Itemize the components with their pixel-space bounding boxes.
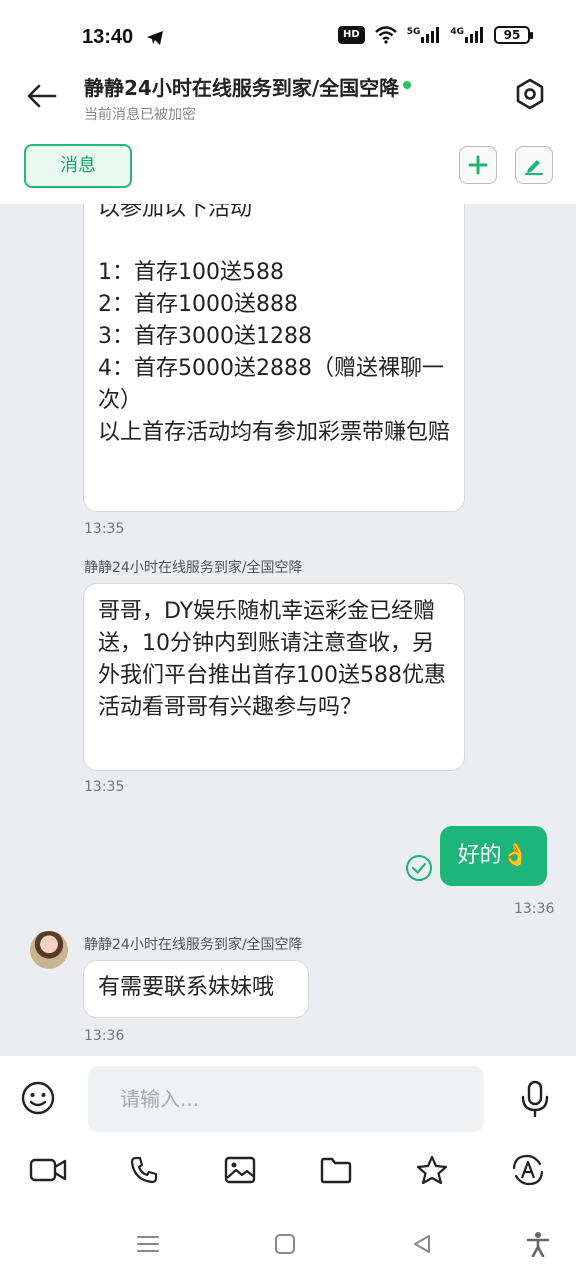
video-camera-icon <box>29 1158 67 1182</box>
microphone-icon[interactable] <box>520 1080 550 1118</box>
online-status-dot <box>403 81 412 89</box>
status-bar: 13:40 HD 5G 4G 95 <box>0 0 576 64</box>
add-button[interactable] <box>459 146 497 184</box>
message-bubble[interactable]: 有需要联系妹妹哦 <box>83 960 309 1018</box>
file-button[interactable] <box>316 1152 356 1188</box>
back-nav-button[interactable] <box>408 1232 436 1256</box>
image-icon <box>224 1156 256 1184</box>
encryption-note: 当前消息已被加密 <box>84 107 196 123</box>
triangle-back-icon <box>414 1235 430 1253</box>
phone-icon <box>130 1156 158 1184</box>
arrow-left-icon <box>27 84 57 108</box>
signal-4g-icon: 4G <box>450 27 485 43</box>
video-call-button[interactable] <box>28 1152 68 1188</box>
telegram-icon <box>147 31 163 45</box>
system-nav-bar <box>0 1206 576 1280</box>
voice-call-button[interactable] <box>124 1152 164 1188</box>
message-sender: 静静24小时在线服务到家/全国空降 <box>84 560 303 576</box>
message-time: 13:36 <box>514 901 555 917</box>
read-check-icon <box>406 855 432 881</box>
chat-title: 静静24小时在线服务到家/全国空降 <box>84 72 412 101</box>
message-time: 13:35 <box>84 521 125 537</box>
chat-header: 静静24小时在线服务到家/全国空降 当前消息已被加密 消息 <box>0 64 576 204</box>
back-button[interactable] <box>22 78 62 114</box>
settings-button[interactable] <box>512 76 548 112</box>
menu-nav-button[interactable] <box>134 1232 162 1256</box>
status-time: 13:40 <box>82 26 134 48</box>
tab-messages[interactable]: 消息 <box>24 144 132 188</box>
message-bubble[interactable]: 以参加以下活动 1：首存100送588 2：首存1000送888 3：首存300… <box>83 204 465 512</box>
message-sender: 静静24小时在线服务到家/全国空降 <box>84 937 303 953</box>
home-nav-button[interactable] <box>271 1232 299 1256</box>
message-time: 13:36 <box>84 1028 125 1044</box>
message-input[interactable] <box>88 1066 484 1132</box>
favorite-button[interactable] <box>412 1152 452 1188</box>
star-icon <box>416 1155 448 1185</box>
emoji-icon[interactable] <box>20 1080 56 1116</box>
my-message-bubble[interactable]: 好的👌 <box>439 826 547 886</box>
translate-icon <box>512 1154 544 1186</box>
pencil-icon <box>524 160 544 176</box>
image-button[interactable] <box>220 1152 260 1188</box>
edit-button[interactable] <box>515 146 553 184</box>
signal-5g-icon: 5G <box>407 27 442 43</box>
accessibility-button[interactable] <box>524 1232 552 1257</box>
wifi-icon <box>374 26 397 44</box>
accessibility-icon <box>526 1232 550 1257</box>
settings-hexagon-icon <box>516 78 544 110</box>
message-bubble[interactable]: 哥哥，DY娱乐随机幸运彩金已经赠送，10分钟内到账请注意查收，另外我们平台推出首… <box>83 583 465 771</box>
chat-messages[interactable]: 以参加以下活动 1：首存100送588 2：首存1000送888 3：首存300… <box>0 204 576 1056</box>
plus-icon <box>468 155 488 175</box>
menu-icon <box>137 1236 159 1252</box>
message-time: 13:35 <box>84 779 125 795</box>
avatar[interactable] <box>30 931 68 969</box>
hd-icon: HD <box>338 26 365 44</box>
status-icons: HD 5G 4G 95 <box>338 26 533 44</box>
folder-icon <box>320 1157 352 1184</box>
translate-button[interactable] <box>508 1152 548 1188</box>
square-home-icon <box>275 1234 295 1254</box>
battery-icon: 95 <box>494 26 533 44</box>
